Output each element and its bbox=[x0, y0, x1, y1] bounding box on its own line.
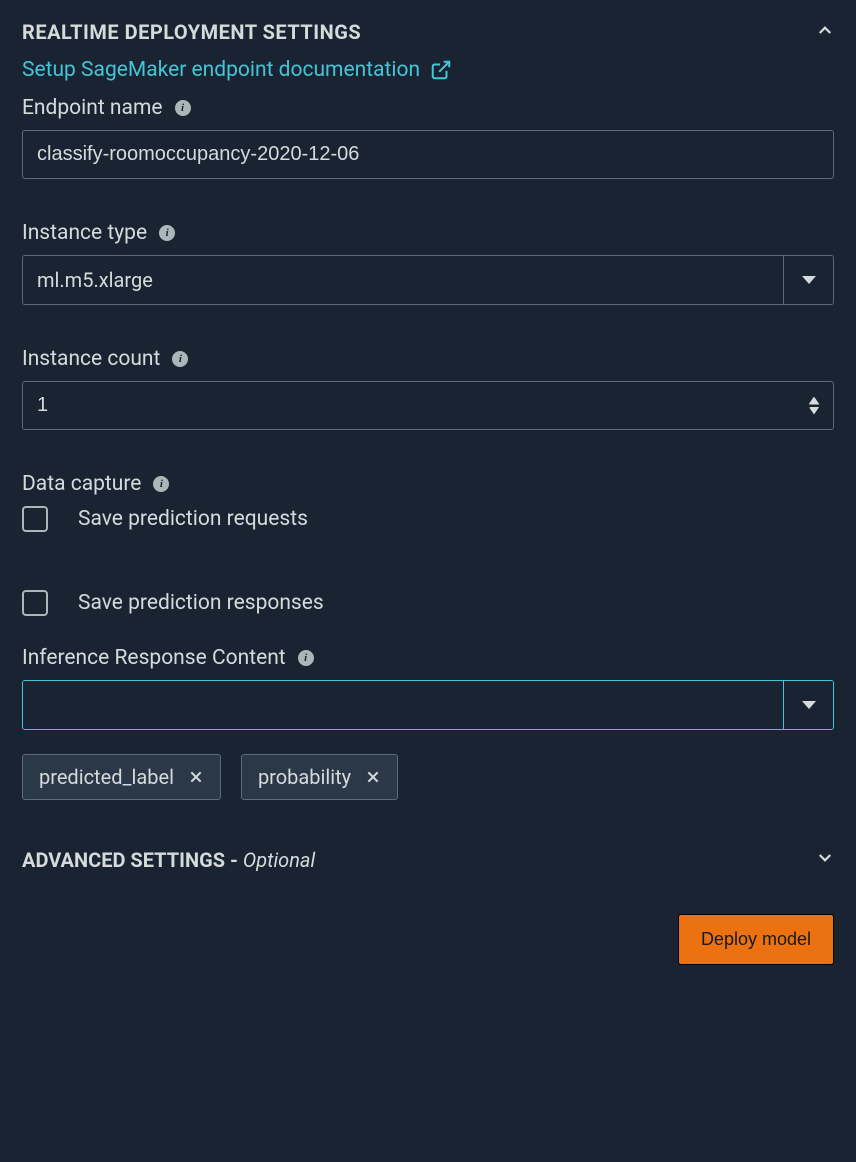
data-capture-field-group: Data capture i Save prediction requests … bbox=[22, 472, 834, 616]
instance-type-label: Instance type bbox=[22, 221, 147, 245]
advanced-settings-title: ADVANCED SETTINGS - Optional bbox=[22, 848, 315, 872]
chip-predicted-label: predicted_label bbox=[22, 754, 221, 800]
instance-count-label: Instance count bbox=[22, 347, 160, 371]
deploy-model-button[interactable]: Deploy model bbox=[678, 914, 834, 965]
inference-response-field-group: Inference Response Content i predicted_l… bbox=[22, 646, 834, 800]
close-icon[interactable] bbox=[188, 769, 204, 785]
inference-response-select[interactable] bbox=[22, 680, 834, 730]
info-icon[interactable]: i bbox=[172, 351, 188, 367]
chip-label: predicted_label bbox=[39, 765, 174, 789]
chevron-up-icon[interactable] bbox=[816, 21, 834, 43]
instance-type-field-group: Instance type i ml.m5.xlarge bbox=[22, 221, 834, 305]
external-link-icon bbox=[430, 59, 452, 81]
dropdown-caret-icon[interactable] bbox=[783, 256, 833, 304]
save-responses-label: Save prediction responses bbox=[78, 591, 324, 615]
endpoint-name-label: Endpoint name bbox=[22, 96, 163, 120]
spinner-up-icon[interactable] bbox=[809, 397, 820, 405]
section-title: REALTIME DEPLOYMENT SETTINGS bbox=[22, 20, 361, 44]
endpoint-name-field-group: Endpoint name i bbox=[22, 96, 834, 179]
instance-count-input[interactable] bbox=[23, 382, 803, 429]
inference-chips-row: predicted_label probability bbox=[22, 754, 834, 800]
deploy-row: Deploy model bbox=[22, 914, 834, 965]
close-icon[interactable] bbox=[365, 769, 381, 785]
info-icon[interactable]: i bbox=[298, 650, 314, 666]
save-responses-row: Save prediction responses bbox=[22, 590, 834, 616]
number-spinner[interactable] bbox=[803, 397, 825, 415]
chip-probability: probability bbox=[241, 754, 398, 800]
info-icon[interactable]: i bbox=[159, 225, 175, 241]
inference-response-label: Inference Response Content bbox=[22, 646, 286, 670]
documentation-link-text: Setup SageMaker endpoint documentation bbox=[22, 58, 420, 82]
instance-type-value: ml.m5.xlarge bbox=[23, 256, 783, 304]
dropdown-caret-icon[interactable] bbox=[783, 681, 833, 729]
save-responses-checkbox[interactable] bbox=[22, 590, 48, 616]
instance-count-input-wrapper bbox=[22, 381, 834, 430]
chip-label: probability bbox=[258, 765, 351, 789]
instance-type-select[interactable]: ml.m5.xlarge bbox=[22, 255, 834, 305]
instance-count-field-group: Instance count i bbox=[22, 347, 834, 430]
inference-response-value bbox=[23, 681, 783, 729]
advanced-settings-header[interactable]: ADVANCED SETTINGS - Optional bbox=[22, 848, 834, 872]
info-icon[interactable]: i bbox=[153, 476, 169, 492]
chevron-down-icon[interactable] bbox=[816, 849, 834, 871]
save-requests-label: Save prediction requests bbox=[78, 507, 308, 531]
info-icon[interactable]: i bbox=[175, 100, 191, 116]
save-requests-checkbox[interactable] bbox=[22, 506, 48, 532]
spinner-down-icon[interactable] bbox=[809, 407, 820, 415]
save-requests-row: Save prediction requests bbox=[22, 506, 834, 532]
realtime-settings-header[interactable]: REALTIME DEPLOYMENT SETTINGS bbox=[22, 20, 834, 44]
documentation-link[interactable]: Setup SageMaker endpoint documentation bbox=[22, 58, 452, 82]
endpoint-name-input[interactable] bbox=[22, 130, 834, 179]
data-capture-label: Data capture bbox=[22, 472, 141, 496]
